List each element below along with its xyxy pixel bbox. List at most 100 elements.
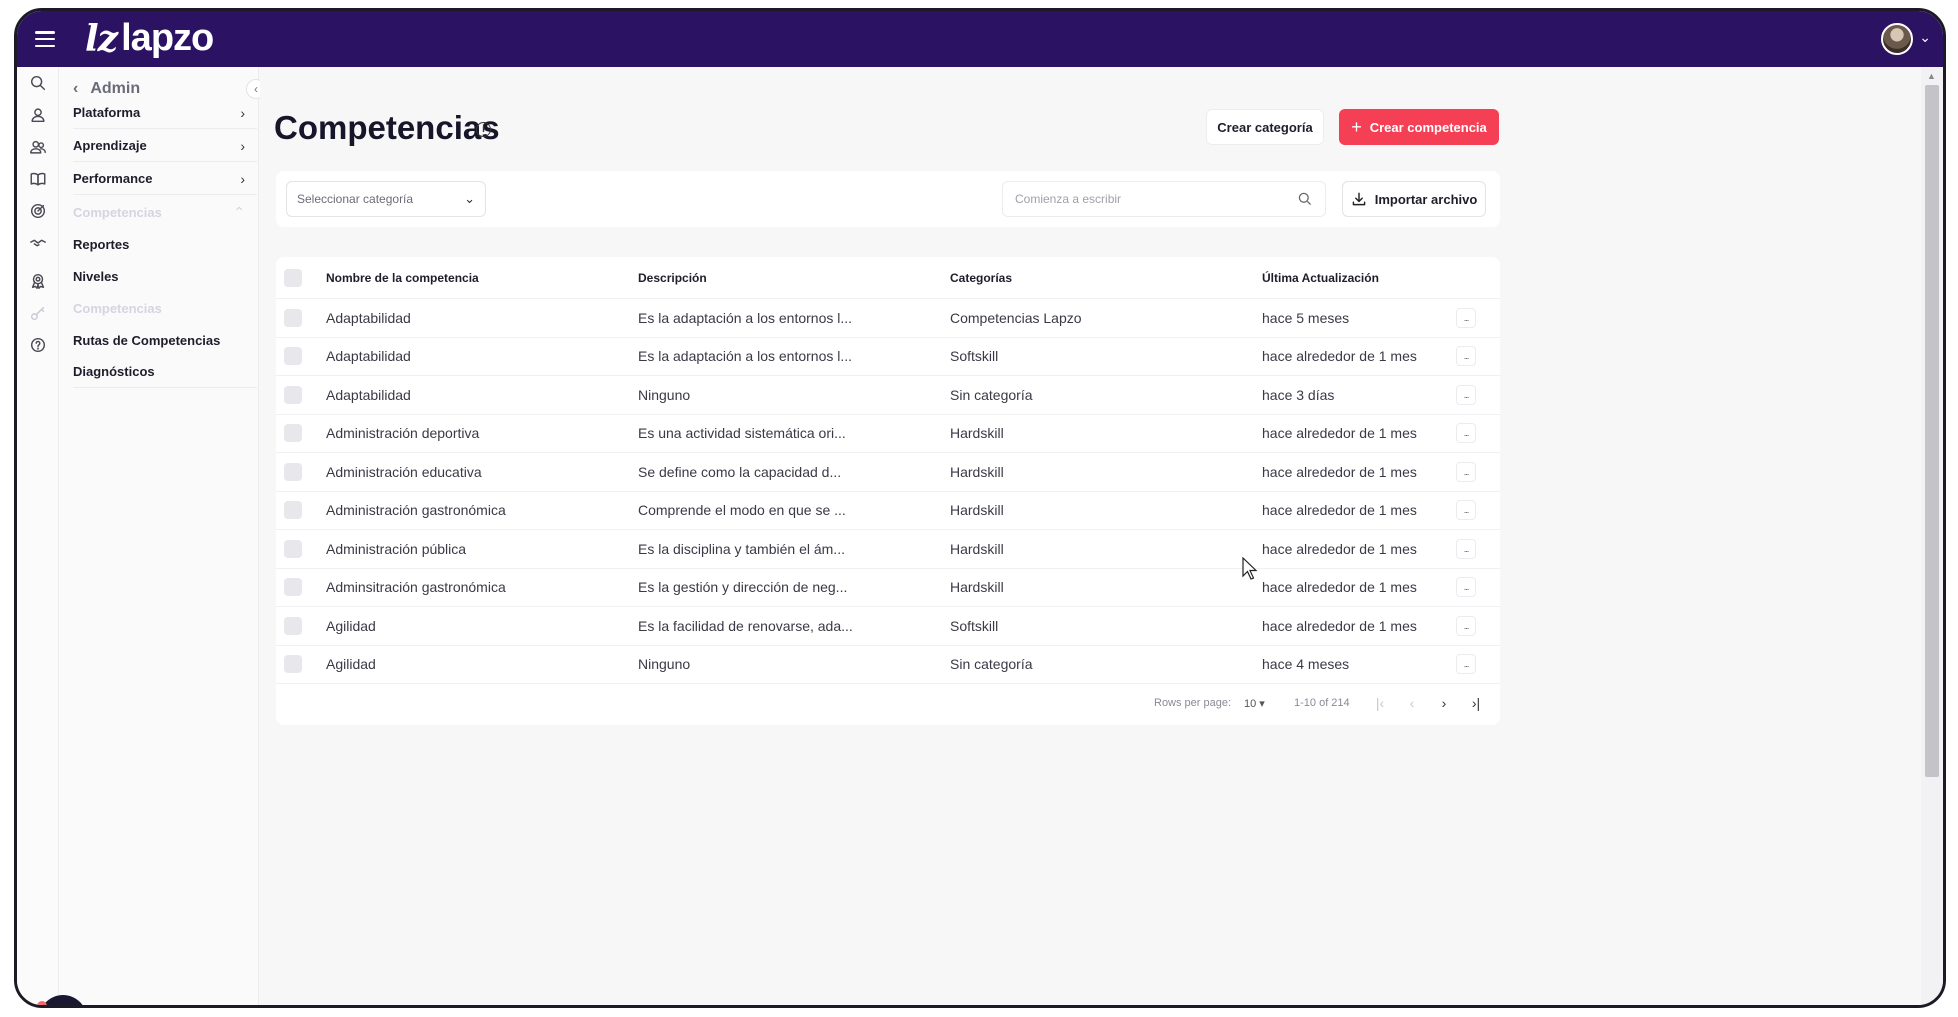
info-icon[interactable]: i (476, 122, 491, 137)
row-checkbox[interactable] (284, 655, 302, 674)
cell-name[interactable]: Administración pública (326, 541, 626, 557)
table-row[interactable]: Administración pública Es la disciplina y… (276, 530, 1500, 569)
row-actions-button[interactable]: ... (1456, 423, 1476, 444)
cell-category: Softskill (950, 348, 999, 365)
cell-updated: hace alrededor de 1 mes (1262, 463, 1417, 480)
chevron-left-icon: ‹ (73, 80, 79, 97)
nav-item-aprendizaje[interactable]: Aprendizaje › (73, 130, 257, 162)
search-icon[interactable] (28, 73, 48, 93)
search-input[interactable] (1015, 192, 1275, 206)
row-checkbox[interactable] (284, 539, 302, 558)
table-row[interactable]: Agilidad Ninguno Sin categoría hace 4 meses… (276, 646, 1500, 684)
lapzo-logo[interactable]: lz lapzo (85, 17, 214, 60)
row-actions-button[interactable]: ... (1456, 346, 1476, 367)
cell-name[interactable]: Adaptabilidad (326, 387, 626, 403)
user-avatar[interactable] (1881, 23, 1913, 55)
header-updated[interactable]: Última Actualización (1262, 271, 1462, 285)
subnav-label: Competencias (73, 300, 162, 316)
next-page-icon[interactable]: › (1434, 693, 1454, 713)
rows-per-page-select[interactable]: 10 ▾ (1244, 697, 1265, 710)
subnav-item-niveles[interactable]: Niveles (73, 260, 257, 292)
page-scrollbar[interactable]: ▲ (1921, 67, 1943, 1005)
cell-name[interactable]: Administración educativa (326, 464, 626, 480)
row-actions-button[interactable]: ... (1456, 577, 1476, 598)
page-range: 1-10 of 214 (1294, 697, 1350, 709)
header-description[interactable]: Descripción (638, 271, 938, 285)
prev-page-icon[interactable]: ‹ (1402, 693, 1422, 713)
hamburger-menu-icon[interactable] (33, 27, 57, 51)
row-checkbox[interactable] (284, 385, 302, 404)
table-row[interactable]: Administración gastronómica Comprende el … (276, 492, 1500, 530)
row-actions-button[interactable]: ... (1456, 384, 1476, 405)
cell-name[interactable]: Administración gastronómica (326, 502, 626, 518)
user-icon[interactable] (28, 105, 48, 125)
badge-icon[interactable] (28, 271, 48, 291)
row-actions-button[interactable]: ... (1456, 500, 1476, 521)
row-checkbox[interactable] (284, 578, 302, 597)
plus-icon: + (1351, 116, 1362, 137)
search-icon[interactable] (1297, 191, 1313, 207)
row-actions-button[interactable]: ... (1456, 654, 1476, 675)
book-icon[interactable] (28, 169, 48, 189)
table-row[interactable]: Adaptabilidad Es la adaptación a los ento… (276, 338, 1500, 376)
table-row[interactable]: Agilidad Es la facilidad de renovarse, ad… (276, 607, 1500, 646)
cell-name[interactable]: Adaptabilidad (326, 310, 626, 326)
row-actions-button[interactable]: ... (1456, 615, 1476, 636)
subnav-item-competencias[interactable]: Competencias (73, 292, 257, 324)
table-row[interactable]: Adaptabilidad Ninguno Sin categoría hace 3 … (276, 376, 1500, 415)
nav-item-performance[interactable]: Performance › (73, 163, 257, 195)
category-select[interactable]: Seleccionar categoría ⌄ (286, 181, 486, 217)
import-file-button[interactable]: Importar archivo (1342, 181, 1486, 217)
cell-name[interactable]: Agilidad (326, 618, 626, 634)
table-row[interactable]: Administración deportiva Es una actividad… (276, 415, 1500, 453)
chevron-down-icon[interactable]: ⌄ (1919, 29, 1931, 46)
subnav-item-rutas[interactable]: Rutas de Competencias (73, 324, 257, 356)
cell-name[interactable]: Adminsitración gastronómica (326, 579, 626, 595)
row-checkbox[interactable] (284, 616, 302, 635)
nav-item-label: Competencias (73, 204, 162, 220)
mouse-cursor-icon (1242, 557, 1258, 580)
nav-item-competencias[interactable]: Competencias ⌃ (73, 196, 257, 228)
select-all-checkbox[interactable] (284, 268, 302, 287)
last-page-icon[interactable]: ›| (1466, 693, 1486, 713)
target-icon[interactable] (28, 201, 48, 221)
subnav-label: Rutas de Competencias (73, 332, 221, 348)
row-actions-button[interactable]: ... (1456, 307, 1476, 328)
cell-name[interactable]: Administración deportiva (326, 425, 626, 441)
row-checkbox[interactable] (284, 462, 302, 481)
create-competency-label: Crear competencia (1369, 119, 1487, 135)
nav-item-plataforma[interactable]: Plataforma › (73, 97, 257, 129)
cell-description: Es la adaptación a los entornos l... (638, 348, 853, 365)
header-categories[interactable]: Categorías (950, 271, 1250, 285)
first-page-icon[interactable]: |‹ (1370, 693, 1390, 713)
nav-item-label: Plataforma (73, 105, 141, 120)
handshake-icon[interactable] (28, 233, 48, 253)
row-actions-button[interactable]: ... (1456, 461, 1476, 482)
table-row[interactable]: Administración educativa Se define como l… (276, 453, 1500, 492)
scrollbar-thumb[interactable] (1925, 85, 1939, 777)
help-icon[interactable] (28, 335, 48, 355)
cell-name[interactable]: Agilidad (326, 656, 626, 672)
key-icon[interactable] (28, 303, 48, 323)
table-header: Nombre de la competencia Descripción Cat… (276, 257, 1500, 299)
scroll-up-icon[interactable]: ▲ (1927, 71, 1936, 81)
create-category-button[interactable]: Crear categoría (1206, 109, 1324, 145)
users-icon[interactable] (28, 137, 48, 157)
subnav-item-reportes[interactable]: Reportes (73, 228, 257, 260)
table-row[interactable]: Adaptabilidad Es la adaptación a los ento… (276, 299, 1500, 338)
create-competency-button[interactable]: + Crear competencia (1339, 109, 1499, 145)
subnav-item-diagnosticos[interactable]: Diagnósticos (73, 356, 257, 388)
row-checkbox[interactable] (284, 347, 302, 366)
cell-description: Ninguno (638, 386, 691, 403)
search-box (1002, 181, 1326, 217)
row-checkbox[interactable] (284, 501, 302, 520)
row-checkbox[interactable] (284, 308, 302, 327)
submenu-title: Admin (90, 80, 141, 97)
rows-per-page-value: 10 (1244, 698, 1257, 710)
cell-updated: hace 3 días (1262, 386, 1335, 403)
row-actions-button[interactable]: ... (1456, 538, 1476, 559)
cell-name[interactable]: Adaptabilidad (326, 348, 626, 364)
table-row[interactable]: Adminsitración gastronómica Es la gestión… (276, 569, 1500, 607)
row-checkbox[interactable] (284, 424, 302, 443)
header-name[interactable]: Nombre de la competencia (326, 271, 626, 285)
